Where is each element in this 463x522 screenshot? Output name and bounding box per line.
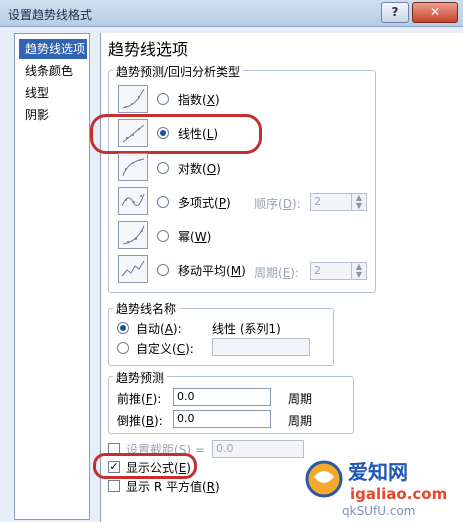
highlight-show-equation-annotation: [93, 453, 197, 479]
backward-input[interactable]: 0.0: [173, 410, 271, 428]
trend-type-group: [108, 70, 376, 293]
forward-unit: 周期: [288, 392, 313, 406]
watermark-logo-icon: [305, 460, 343, 498]
exponential-chart-icon: [118, 85, 148, 113]
custom-name-input[interactable]: [212, 338, 310, 356]
show-r2-label: 显示 R 平方值(R): [126, 480, 220, 494]
close-button[interactable]: ✕: [412, 2, 458, 23]
window-title: 设置趋势线格式: [8, 8, 93, 22]
help-button[interactable]: ?: [381, 2, 409, 23]
radio-moving-average[interactable]: [157, 264, 169, 276]
radio-logarithmic[interactable]: [157, 162, 169, 174]
highlight-linear-annotation: [90, 114, 262, 154]
trend-type-group-label: 趋势预测/回归分析类型: [113, 63, 244, 80]
option-logarithmic-label: 对数(O): [178, 162, 221, 176]
backward-unit: 周期: [288, 414, 313, 428]
backward-label: 倒推(B):: [117, 414, 163, 428]
trendline-name-group-label: 趋势线名称: [113, 300, 180, 317]
order-label: 顺序(D):: [254, 197, 301, 211]
period-label: 周期(E):: [254, 266, 300, 280]
show-r2-checkbox[interactable]: [108, 480, 120, 492]
name-auto-value: 线性 (系列1): [212, 322, 281, 336]
radio-name-custom[interactable]: [117, 342, 129, 354]
option-exponential-label: 指数(X): [178, 93, 220, 107]
nav-pane: 趋势线选项 线条颜色 线型 阴影: [14, 33, 90, 520]
moving-average-chart-icon: [118, 255, 148, 283]
order-stepper[interactable]: ▲ ▼: [351, 193, 367, 211]
watermark-bottom-text: qkSUfU.com: [342, 504, 416, 518]
nav-item-line-color[interactable]: 线条颜色: [19, 61, 87, 81]
watermark: 爱知网 igaliao.com qkSUfU.com: [304, 455, 459, 518]
radio-exponential[interactable]: [157, 93, 169, 105]
watermark-logo-text: 爱知网: [348, 460, 408, 484]
intercept-input[interactable]: 0.0: [212, 440, 304, 458]
nav-item-line-style[interactable]: 线型: [19, 83, 87, 103]
option-moving-average-label: 移动平均(M): [178, 264, 246, 278]
period-stepper[interactable]: ▲ ▼: [351, 262, 367, 280]
watermark-url: igaliao.com: [350, 485, 448, 503]
power-chart-icon: [118, 221, 148, 249]
nav-item-shadow[interactable]: 阴影: [19, 105, 87, 125]
name-auto-label: 自动(A):: [136, 322, 182, 336]
order-input[interactable]: 2: [310, 193, 352, 211]
polynomial-chart-icon: [118, 187, 148, 215]
radio-polynomial[interactable]: [157, 196, 169, 208]
option-power-label: 幂(W): [178, 230, 212, 244]
forward-input[interactable]: 0.0: [173, 388, 271, 406]
option-polynomial-label: 多项式(P): [178, 196, 231, 210]
logarithmic-chart-icon: [118, 153, 148, 181]
radio-name-auto[interactable]: [117, 322, 129, 334]
panel-heading: 趋势线选项: [108, 40, 189, 59]
name-custom-label: 自定义(C):: [136, 342, 194, 356]
nav-item-trendline-options[interactable]: 趋势线选项: [19, 39, 87, 59]
forecast-group-label: 趋势预测: [113, 369, 168, 386]
forward-label: 前推(F):: [117, 392, 162, 406]
radio-power[interactable]: [157, 230, 169, 242]
period-input[interactable]: 2: [310, 262, 352, 280]
